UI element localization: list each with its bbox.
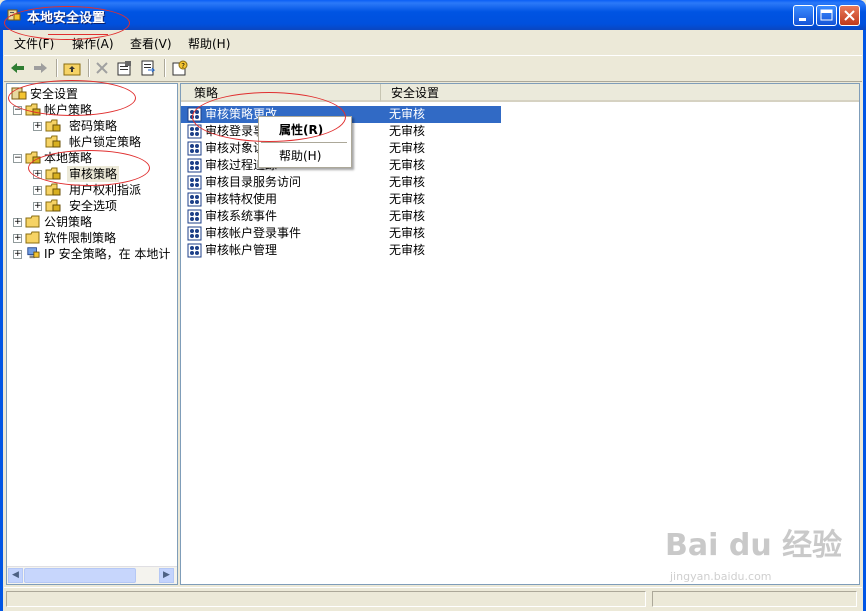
properties-icon[interactable] — [116, 60, 134, 76]
policy-icon — [187, 209, 202, 224]
locked-folder-icon — [45, 199, 61, 212]
tree-item-label: 用户权利指派 — [69, 183, 142, 197]
collapse-icon[interactable]: − — [13, 106, 22, 115]
policy-value: 无审核 — [389, 158, 426, 172]
policy-name: 审核帐户管理 — [205, 243, 278, 257]
policy-value: 无审核 — [389, 107, 426, 121]
forward-icon[interactable] — [31, 60, 49, 76]
status-bar — [4, 587, 862, 610]
help-icon[interactable]: ? — [171, 60, 189, 76]
tree-root-label: 安全设置 — [30, 87, 79, 101]
menu-action[interactable]: 操作(A) — [72, 35, 114, 52]
folder-icon — [25, 215, 40, 228]
policy-name: 审核帐户登录事件 — [205, 226, 302, 240]
column-header-policy[interactable]: 策略 — [181, 84, 381, 102]
tree-item-label: 公钥策略 — [44, 215, 93, 229]
window-frame-left — [0, 30, 3, 611]
menu-help[interactable]: 帮助(H) — [188, 35, 230, 52]
menu-file[interactable]: 文件(F) — [14, 35, 54, 52]
expand-icon[interactable]: + — [13, 218, 22, 227]
policy-icon — [187, 141, 202, 156]
security-settings-icon — [7, 9, 21, 21]
security-settings-icon — [11, 87, 27, 100]
menu-bar: 文件(F) 操作(A) 查看(V) 帮助(H) — [4, 31, 862, 53]
locked-folder-icon — [45, 135, 61, 148]
policy-icon — [187, 192, 202, 207]
policy-value: 无审核 — [389, 124, 426, 138]
window-title: 本地安全设置 — [27, 11, 106, 26]
status-panel-main — [6, 591, 646, 607]
context-menu-properties[interactable]: 属性(R) — [279, 121, 323, 138]
context-menu-help[interactable]: 帮助(H) — [279, 147, 321, 164]
column-header-setting[interactable]: 安全设置 — [381, 84, 859, 102]
locked-folder-icon — [25, 151, 41, 164]
tree-item-label: 密码策略 — [69, 119, 118, 133]
toolbar: ? — [4, 55, 862, 82]
close-icon — [844, 10, 855, 21]
watermark-url: jingyan.baidu.com — [670, 570, 772, 583]
policy-name: 审核对象访 — [205, 141, 266, 155]
toolbar-separator — [164, 59, 166, 77]
expand-icon[interactable]: + — [13, 234, 22, 243]
minimize-icon — [799, 18, 806, 21]
scroll-thumb[interactable] — [24, 568, 136, 583]
tree-item-label: 软件限制策略 — [44, 231, 117, 245]
title-bar[interactable]: 本地安全设置 — [0, 0, 866, 30]
policy-value: 无审核 — [389, 192, 426, 206]
expand-icon[interactable]: + — [33, 186, 42, 195]
collapse-icon[interactable]: − — [13, 154, 22, 163]
policy-value: 无审核 — [389, 175, 426, 189]
delete-icon[interactable] — [93, 60, 111, 76]
policy-icon — [187, 124, 202, 139]
policy-value: 无审核 — [389, 243, 426, 257]
watermark-logo: Bai du 经验 — [665, 528, 843, 563]
context-menu-separator — [261, 142, 347, 143]
toolbar-separator — [56, 59, 58, 77]
context-menu: 属性(R) 帮助(H) — [258, 116, 352, 168]
expand-icon[interactable]: + — [33, 170, 42, 179]
policy-value: 无审核 — [389, 141, 426, 155]
ip-security-icon — [27, 247, 40, 259]
folder-icon — [25, 231, 40, 244]
export-list-icon[interactable] — [139, 60, 157, 76]
policy-icon — [187, 175, 202, 190]
tree-item-label: 帐户锁定策略 — [69, 135, 142, 149]
svg-text:?: ? — [181, 62, 185, 70]
tree-item-label: 安全选项 — [69, 199, 118, 213]
maximize-icon — [820, 9, 833, 21]
locked-folder-icon — [45, 167, 61, 180]
expand-icon[interactable]: + — [13, 250, 22, 259]
expand-icon[interactable]: + — [33, 122, 42, 131]
locked-folder-icon — [45, 119, 61, 132]
maximize-button[interactable] — [816, 5, 837, 26]
policy-icon — [187, 226, 202, 241]
tree-item-label: 本地策略 — [44, 151, 93, 165]
tree-item-label: 审核策略 — [67, 166, 120, 182]
back-icon[interactable] — [9, 60, 27, 76]
scroll-left-icon[interactable]: ◀ — [8, 568, 23, 583]
policy-name: 审核特权使用 — [205, 192, 278, 206]
status-panel-secondary — [652, 591, 857, 607]
tree-item-label: IP 安全策略，在 本地计 — [44, 247, 171, 261]
locked-folder-icon — [45, 183, 61, 196]
policy-icon — [187, 158, 202, 173]
policy-icon — [187, 107, 202, 122]
policy-name: 审核系统事件 — [205, 209, 278, 223]
horizontal-scrollbar[interactable]: ◀ ▶ — [7, 566, 177, 584]
scroll-right-icon[interactable]: ▶ — [159, 568, 174, 583]
menu-view[interactable]: 查看(V) — [130, 35, 172, 52]
tree-item-label: 帐户策略 — [44, 103, 93, 117]
toolbar-separator — [88, 59, 90, 77]
locked-folder-icon — [25, 103, 41, 116]
policy-value: 无审核 — [389, 209, 426, 223]
close-button[interactable] — [839, 5, 860, 26]
policy-name: 审核登录事 — [205, 124, 266, 138]
up-folder-icon[interactable] — [63, 60, 81, 76]
expand-icon[interactable]: + — [33, 202, 42, 211]
policy-name: 审核目录服务访问 — [205, 175, 302, 189]
tree-pane[interactable]: 安全设置 − 帐户策略 + 密码策略 帐户锁定策略 − 本地策略 + 审核策略 … — [6, 83, 178, 585]
policy-icon — [187, 243, 202, 258]
policy-value: 无审核 — [389, 226, 426, 240]
minimize-button[interactable] — [793, 5, 814, 26]
